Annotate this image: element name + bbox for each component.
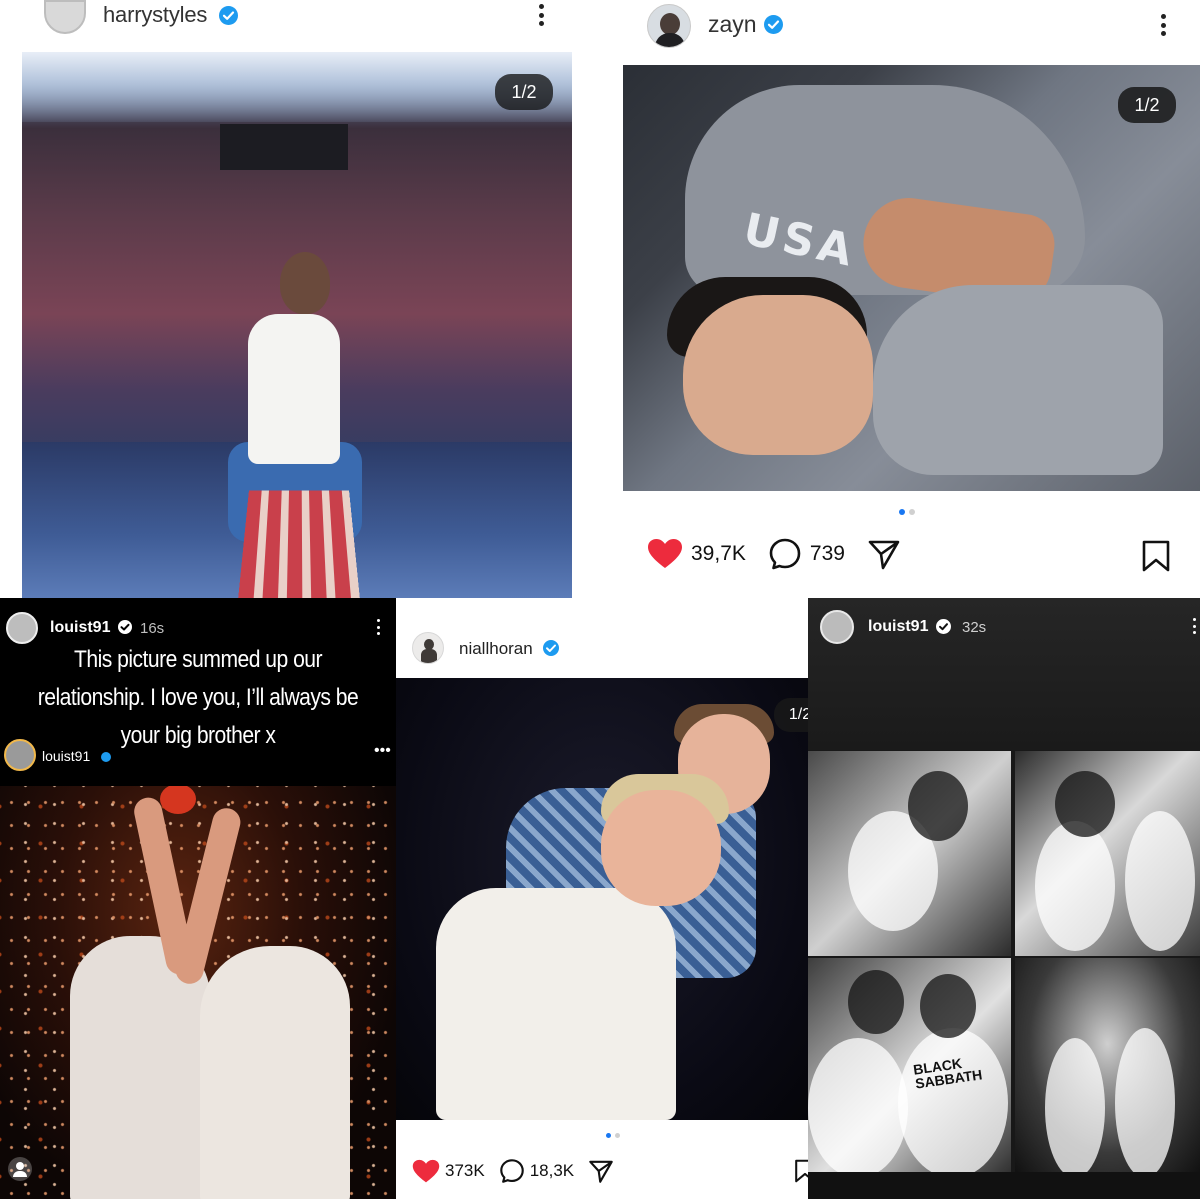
- like-count: 39,7K: [691, 542, 746, 565]
- grid-photo[interactable]: [1015, 958, 1200, 1172]
- like-count: 373K: [445, 1161, 485, 1180]
- verified-badge-icon: [543, 640, 559, 656]
- more-options-icon[interactable]: [1159, 14, 1167, 36]
- comment-count: 739: [809, 542, 845, 565]
- person-icon[interactable]: [8, 1157, 32, 1181]
- more-options-icon[interactable]: [375, 619, 381, 635]
- grid-photo[interactable]: BLACK SABBATH: [808, 958, 1011, 1172]
- avatar[interactable]: [820, 610, 854, 644]
- timestamp: 16s: [140, 620, 165, 637]
- bottom-strip: [808, 1172, 1200, 1199]
- carousel-counter: 1/2: [495, 74, 553, 110]
- more-options-icon[interactable]: •••: [374, 742, 391, 760]
- post-username[interactable]: niallhoran: [459, 639, 533, 659]
- embedded-username[interactable]: louist91: [42, 748, 90, 764]
- share-icon[interactable]: [867, 537, 901, 571]
- post-username[interactable]: zayn: [708, 11, 757, 38]
- more-options-icon[interactable]: [537, 4, 545, 26]
- grid-photo[interactable]: [808, 751, 1011, 956]
- heart-icon[interactable]: [412, 1159, 440, 1184]
- carousel-pager: [606, 1133, 620, 1138]
- comment-icon[interactable]: [499, 1158, 525, 1184]
- post-niallhoran: niallhoran 1/2 373K 18,3K: [396, 598, 808, 1199]
- carousel-pager: [899, 509, 915, 515]
- post-header: [808, 598, 1200, 750]
- post-louist91-grid: louist91 32s BLACK SABBATH: [808, 598, 1200, 1199]
- avatar[interactable]: [44, 0, 86, 34]
- verified-badge-icon: [936, 619, 951, 634]
- carousel-counter: 1/2: [774, 698, 808, 732]
- share-icon[interactable]: [588, 1158, 614, 1184]
- comment-icon[interactable]: [768, 537, 802, 571]
- verified-badge-icon: [118, 620, 132, 634]
- caption-line: relationship. I love you, I’ll always be: [37, 684, 359, 711]
- post-username[interactable]: harrystyles: [103, 2, 207, 28]
- avatar[interactable]: [412, 632, 444, 664]
- story-louist91: louist91 16s This picture summed up our …: [0, 598, 396, 1199]
- action-bar: 373K 18,3K: [412, 1156, 808, 1186]
- caption-line: This picture summed up our: [73, 646, 323, 673]
- timestamp: 32s: [962, 619, 987, 636]
- grid-photo[interactable]: [1015, 751, 1200, 956]
- post-username[interactable]: louist91: [50, 619, 110, 637]
- verified-badge-icon: [219, 6, 238, 25]
- comment-count: 18,3K: [529, 1161, 575, 1180]
- action-bar: 39,7K 739: [647, 533, 1187, 575]
- carousel-counter: 1/2: [1118, 87, 1176, 123]
- heart-icon[interactable]: [647, 538, 683, 570]
- post-photo[interactable]: [22, 52, 572, 598]
- post-photo[interactable]: [396, 678, 808, 1120]
- avatar[interactable]: [6, 612, 38, 644]
- bookmark-icon[interactable]: [794, 1158, 808, 1184]
- post-harrystyles: harrystyles 1/2: [0, 0, 592, 598]
- bookmark-icon[interactable]: [1141, 539, 1171, 573]
- post-username[interactable]: louist91: [868, 618, 928, 636]
- post-photo[interactable]: USA: [623, 65, 1200, 491]
- verified-badge-icon: [764, 15, 783, 34]
- avatar[interactable]: [647, 4, 691, 48]
- story-caption: This picture summed up our relationship.…: [34, 641, 361, 755]
- more-options-icon[interactable]: [1191, 618, 1197, 634]
- embedded-avatar[interactable]: [4, 739, 36, 771]
- post-zayn: zayn USA 1/2 39,7K 739: [622, 0, 1200, 598]
- verified-badge-icon: [101, 752, 111, 762]
- post-photo[interactable]: [0, 786, 396, 1199]
